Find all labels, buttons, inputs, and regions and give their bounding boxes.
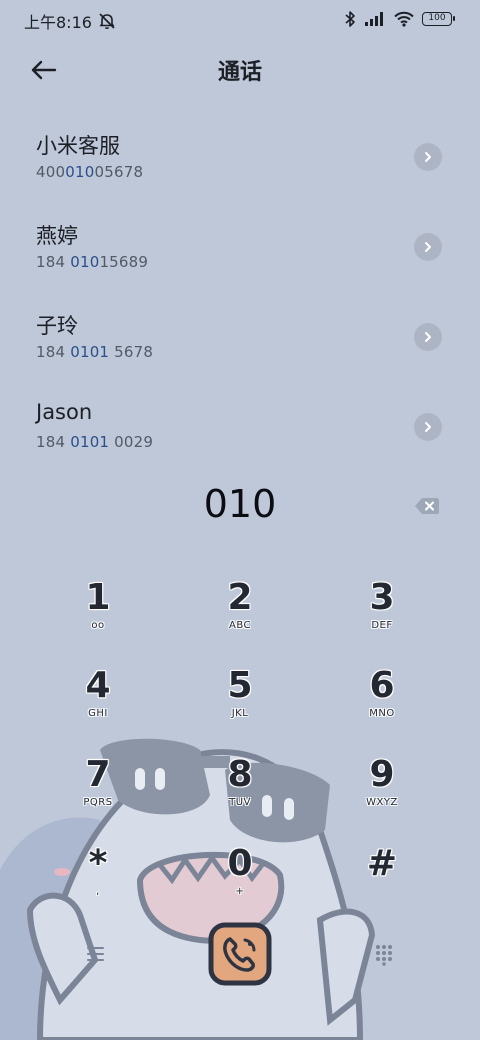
contact-number: 184 0101 0029 (36, 433, 153, 451)
number-suffix: 0029 (109, 433, 154, 451)
number-match: 0101 (70, 343, 110, 361)
status-right: 100 (344, 10, 455, 28)
key-digit: 1 (85, 577, 111, 618)
contact-detail-button[interactable] (414, 323, 442, 351)
key-digit: 9 (369, 754, 395, 795)
number-suffix: 15689 (99, 253, 149, 271)
dialpad-toggle-button[interactable] (372, 942, 396, 966)
battery-icon: 100 (422, 12, 455, 26)
chevron-right-icon (425, 152, 431, 162)
mute-bell-icon (99, 13, 115, 30)
key-4[interactable]: 4 GHI (38, 664, 158, 742)
key-digit: 5 (227, 665, 253, 706)
contact-row[interactable]: 子玲 184 0101 5678 (0, 292, 480, 382)
contact-number: 184 0101 5678 (36, 343, 153, 361)
key-8[interactable]: 8 TUV (180, 753, 300, 831)
number-prefix: 400 (36, 163, 66, 181)
chevron-right-icon (425, 242, 431, 252)
wifi-icon (394, 11, 414, 27)
key-0[interactable]: 0 + (180, 842, 300, 920)
contact-number: 184 01015689 (36, 253, 148, 271)
key-letters: DEF (371, 620, 393, 631)
bluetooth-icon (345, 11, 355, 27)
key-digit: # (366, 843, 398, 884)
key-digit: 2 (227, 577, 253, 618)
menu-icon (87, 947, 104, 961)
key-digit: * (88, 843, 108, 884)
key-2[interactable]: 2 ABC (180, 576, 300, 654)
key-1[interactable]: 1 oo (38, 576, 158, 654)
contact-detail-button[interactable] (414, 143, 442, 171)
phone-call-icon (208, 922, 272, 986)
key-3[interactable]: 3 DEF (322, 576, 442, 654)
contact-row[interactable]: 小米客服 40001005678 (0, 112, 480, 202)
contact-name: 小米客服 (36, 134, 120, 158)
key-digit: 6 (369, 665, 395, 706)
delete-button[interactable] (414, 496, 440, 516)
key-digit: 4 (85, 665, 111, 706)
status-left: 上午8:16 (24, 9, 116, 33)
contact-detail-button[interactable] (414, 233, 442, 261)
key-letters: PQRS (83, 797, 113, 808)
key-9[interactable]: 9 WXYZ (322, 753, 442, 831)
number-prefix: 184 (36, 433, 71, 451)
contact-number: 40001005678 (36, 163, 143, 181)
key-letters: GHI (88, 708, 108, 719)
key-letters: MNO (369, 708, 395, 719)
number-prefix: 184 (36, 253, 71, 271)
chevron-right-icon (425, 332, 431, 342)
chevron-right-icon (425, 422, 431, 432)
key-digit: 0 (227, 843, 253, 884)
key-letters: , (96, 886, 100, 897)
app-header: 通话 (0, 44, 480, 94)
voicemail-icon: oo (91, 620, 105, 631)
backspace-icon (415, 498, 439, 514)
call-button[interactable] (208, 922, 272, 986)
signal-icon (365, 12, 383, 26)
key-letters: + (235, 886, 245, 897)
contact-row[interactable]: Jason 184 0101 0029 (0, 382, 480, 472)
key-5[interactable]: 5 JKL (180, 664, 300, 742)
contact-list: 小米客服 40001005678 燕婷 184 01015689 子玲 184 … (0, 112, 480, 472)
key-letters: ABC (228, 620, 251, 631)
status-time: 上午8:16 (24, 13, 92, 32)
status-bar: 上午8:16 100 (0, 0, 480, 40)
contact-row[interactable]: 燕婷 184 01015689 (0, 202, 480, 292)
number-suffix: 5678 (109, 343, 154, 361)
number-match: 010 (65, 163, 95, 181)
contact-name: Jason (36, 400, 93, 424)
key-digit: 7 (85, 754, 111, 795)
key-digit: 3 (369, 577, 395, 618)
contact-name: 燕婷 (36, 224, 78, 248)
number-match: 0101 (70, 433, 110, 451)
number-suffix: 05678 (94, 163, 144, 181)
number-match: 010 (70, 253, 100, 271)
key-6[interactable]: 6 MNO (322, 664, 442, 742)
dialpad-icon (376, 945, 392, 966)
contact-name: 子玲 (36, 314, 78, 338)
key-hash[interactable]: # (322, 842, 442, 920)
page-title: 通话 (217, 60, 262, 85)
menu-button[interactable] (84, 942, 108, 966)
key-letters: TUV (229, 797, 251, 808)
key-star[interactable]: * , (38, 842, 158, 920)
key-letters: JKL (231, 708, 249, 719)
number-prefix: 184 (36, 343, 71, 361)
key-letters: WXYZ (366, 797, 398, 808)
key-digit: 8 (227, 754, 253, 795)
contact-detail-button[interactable] (414, 413, 442, 441)
dialed-number-display: 010 (203, 482, 277, 526)
key-7[interactable]: 7 PQRS (38, 753, 158, 831)
